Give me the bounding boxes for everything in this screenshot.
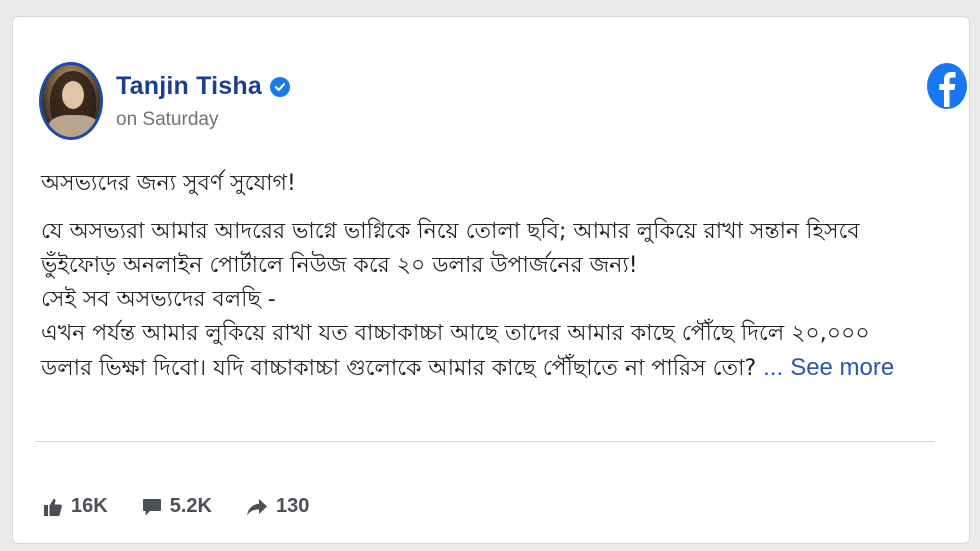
shares-value: 130 bbox=[275, 495, 310, 517]
avatar[interactable] bbox=[39, 62, 103, 140]
post-timestamp[interactable]: on Saturday bbox=[116, 109, 218, 131]
likes-value: 16K bbox=[71, 495, 108, 517]
post-text-line: এখন পর্যন্ত আমার লুকিয়ে রাখা যত বাচ্চাক… bbox=[41, 317, 941, 351]
engagement-bar: 16K 5.2K 130 bbox=[43, 495, 343, 518]
author-name[interactable]: Tanjin Tisha bbox=[116, 72, 262, 101]
divider bbox=[35, 441, 935, 442]
post-body: অসভ্যদের জন্য সুবর্ণ সুযোগ! যে অসভ্যরা আ… bbox=[41, 167, 941, 386]
comments-count[interactable]: 5.2K bbox=[142, 495, 212, 518]
comment-icon bbox=[142, 498, 161, 515]
likes-count[interactable]: 16K bbox=[43, 495, 108, 518]
post-text-line-last: ডলার ভিক্ষা দিবো। যদি বাচ্চাকাচ্চা গুলোক… bbox=[41, 351, 941, 386]
post-text-line-content: ডলার ভিক্ষা দিবো। যদি বাচ্চাকাচ্চা গুলোক… bbox=[41, 356, 757, 381]
facebook-post-card: Tanjin Tisha on Saturday অসভ্যদের জন্য স… bbox=[12, 16, 970, 544]
post-text-line: সেই সব অসভ্যদের বলছি - bbox=[41, 287, 276, 312]
post-text-line: যে অসভ্যরা আমার আদরের ভাগ্নে ভাগ্নিকে নি… bbox=[41, 219, 860, 244]
post-text-line: অসভ্যদের জন্য সুবর্ণ সুযোগ! bbox=[41, 171, 296, 196]
share-arrow-icon bbox=[246, 498, 267, 515]
post-text-line-content: এখন পর্যন্ত আমার লুকিয়ে রাখা যত বাচ্চাক… bbox=[41, 321, 870, 346]
author-row: Tanjin Tisha bbox=[116, 72, 290, 101]
ellipsis: ... bbox=[763, 354, 784, 381]
facebook-icon[interactable] bbox=[927, 62, 967, 110]
comments-value: 5.2K bbox=[169, 495, 212, 517]
see-more-link[interactable]: See more bbox=[790, 354, 894, 381]
shares-count[interactable]: 130 bbox=[246, 495, 309, 518]
post-text-line: ভুঁইফোড় অনলাইন পোর্টালে নিউজ করে ২০ ডলা… bbox=[41, 253, 638, 278]
verified-badge-icon bbox=[269, 76, 290, 97]
thumbs-up-icon bbox=[44, 498, 62, 516]
